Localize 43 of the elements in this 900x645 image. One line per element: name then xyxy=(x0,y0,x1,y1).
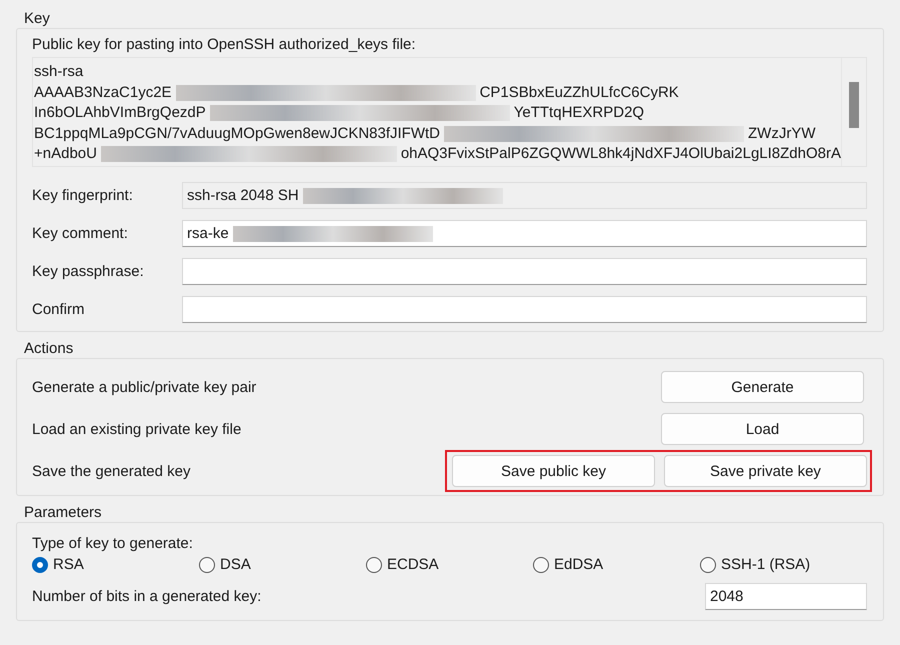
radio-button[interactable] xyxy=(32,556,48,572)
radio-button[interactable] xyxy=(533,556,549,572)
key-text: In6bOLAhbVImBrgQezdP xyxy=(34,103,206,123)
text-field[interactable]: ssh-rsa 2048 SH xyxy=(182,182,867,209)
field-label: Key fingerprint: xyxy=(32,187,134,204)
scrollbar-thumb[interactable] xyxy=(849,82,859,128)
key-type-label: Type of key to generate: xyxy=(32,535,194,552)
radio-label[interactable]: SSH-1 (RSA) xyxy=(721,556,810,573)
key-text: ssh-rsa xyxy=(34,62,84,82)
key-text: +nAdboU xyxy=(34,144,97,164)
group-title: Actions xyxy=(23,340,74,358)
key-text: ohAQ3FvixStPalP6ZGQWWL8hk4jNdXFJ4OlUbai2LgLI8ZdhO8rA xyxy=(400,144,841,164)
bits-field[interactable]: 2048 xyxy=(705,583,867,610)
radio-button[interactable] xyxy=(199,556,215,572)
radio-label[interactable]: DSA xyxy=(220,556,251,573)
action-button[interactable]: Save public key xyxy=(452,455,655,487)
key-text: BC1ppqMLa9pCGN/7vAduugMOpGwen8ewJCKN83fJIFWtD xyxy=(34,124,440,144)
key-text: AAAAB3NzaC1yc2E xyxy=(34,82,172,102)
public-key-field[interactable]: ssh-rsa AAAAB3NzaC1yc2E CP1SBbxEuZZhULfcC6CyRK In6bOLAhbVImBrgQezdP YeTTtqHEXRPD2Q BC1ppqMLa9pCGN/7vAduugMOpGwen8ewJCKN83fJIFWtD ZWzJrYW +nAdboU ohAQ3FvixStPalP6ZGQWWL8hk4jNdXFJ4OlUbai2LgLI8ZdhO8rA xyxy=(32,57,867,167)
text-field[interactable] xyxy=(182,258,867,285)
radio-label[interactable]: ECDSA xyxy=(387,556,439,573)
radio-button[interactable] xyxy=(700,556,716,572)
key-text: ZWzJrYW xyxy=(748,124,816,144)
action-button[interactable]: Load xyxy=(661,413,864,445)
text-field[interactable] xyxy=(182,296,867,323)
action-button[interactable]: Save private key xyxy=(664,455,867,487)
field-label: Key comment: xyxy=(32,225,129,242)
field-label: Key passphrase: xyxy=(32,263,145,280)
text-field[interactable]: rsa-ke xyxy=(182,220,867,247)
group-title: Parameters xyxy=(23,504,102,522)
field-label: Confirm xyxy=(32,301,86,318)
key-text: YeTTtqHEXRPD2Q xyxy=(514,103,644,123)
radio-label[interactable]: RSA xyxy=(53,556,84,573)
public-key-label: Public key for pasting into OpenSSH authorized_keys file: xyxy=(32,35,417,55)
radio-label[interactable]: EdDSA xyxy=(554,556,604,573)
radio-button[interactable] xyxy=(366,556,382,572)
action-label: Save the generated key xyxy=(32,462,190,480)
action-button[interactable]: Generate xyxy=(661,371,864,403)
action-label: Generate a public/private key pair xyxy=(32,378,256,396)
bits-label: Number of bits in a generated key: xyxy=(32,588,262,605)
action-label: Load an existing private key file xyxy=(32,420,242,438)
group-title: Key xyxy=(23,10,50,28)
key-text: CP1SBbxEuZZhULfcC6CyRK xyxy=(480,82,679,102)
